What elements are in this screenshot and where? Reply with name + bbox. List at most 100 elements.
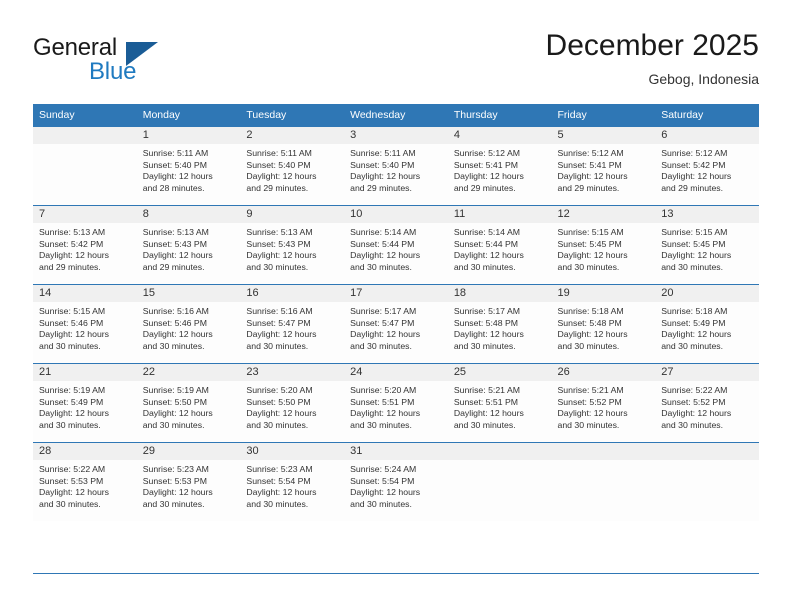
sunset-text: Sunset: 5:40 PM — [142, 159, 207, 170]
day-cell-details: Sunrise: 5:13 AM Sunset: 5:42 PM Daylight:… — [33, 223, 137, 273]
sunrise-text: Sunrise: 5:20 AM — [350, 385, 417, 395]
day-number: 1 — [136, 127, 241, 144]
calendar-day-cell[interactable]: 7 Sunrise: 5:13 AM Sunset: 5:42 PM Daylight… — [33, 205, 137, 285]
daylight-text-line1: Daylight: 12 hours — [39, 487, 110, 498]
calendar-day-cell[interactable]: 26 Sunrise: 5:21 AM Sunset: 5:52 PM Dayligh… — [551, 363, 656, 443]
daylight-text-line2: and 29 minutes. — [142, 261, 205, 272]
daylight-text-line2: and 30 minutes. — [246, 419, 309, 430]
day-cell-details: Sunrise: 5:21 AM Sunset: 5:52 PM Daylight:… — [552, 381, 656, 431]
day-cell-details: Sunrise: 5:14 AM Sunset: 5:44 PM Daylight:… — [344, 223, 448, 273]
day-number: 26 — [551, 364, 656, 381]
daylight-text-line2: and 30 minutes. — [39, 340, 101, 351]
calendar-day-cell[interactable]: 27 Sunrise: 5:22 AM Sunset: 5:52 PM Dayligh… — [655, 363, 759, 443]
day-number: 23 — [240, 364, 345, 381]
daylight-text-line2: and 30 minutes. — [661, 261, 724, 272]
sunset-text: Sunset: 5:48 PM — [557, 317, 622, 328]
daylight-text-line1: Daylight: 12 hours — [142, 171, 213, 182]
calendar-week-row: 14 Sunrise: 5:15 AM Sunset: 5:46 PM Dayligh… — [33, 284, 759, 364]
sunrise-text: Sunrise: 5:21 AM — [557, 385, 624, 395]
sunset-text: Sunset: 5:52 PM — [661, 396, 726, 407]
calendar-day-cell[interactable]: 3 Sunrise: 5:11 AM Sunset: 5:40 PM Daylight… — [344, 126, 448, 206]
calendar-day-cell[interactable]: 23 Sunrise: 5:20 AM Sunset: 5:50 PM Dayligh… — [240, 363, 345, 443]
calendar-day-cell[interactable]: 25 Sunrise: 5:21 AM Sunset: 5:51 PM Dayligh… — [447, 363, 552, 443]
daylight-text-line2: and 30 minutes. — [246, 261, 309, 272]
day-cell-details: Sunrise: 5:23 AM Sunset: 5:54 PM Daylight:… — [240, 460, 344, 510]
day-number: 29 — [136, 443, 241, 460]
sunrise-text: Sunrise: 5:11 AM — [142, 148, 209, 158]
calendar-day-cell[interactable]: 30 Sunrise: 5:23 AM Sunset: 5:54 PM Dayligh… — [240, 442, 345, 521]
sunset-text: Sunset: 5:42 PM — [39, 238, 104, 249]
calendar-day-cell[interactable]: 31 Sunrise: 5:24 AM Sunset: 5:54 PM Dayligh… — [344, 442, 448, 521]
day-cell-inner: 28 Sunrise: 5:22 AM Sunset: 5:53 PM Dayligh… — [33, 443, 137, 521]
sunrise-text: Sunrise: 5:23 AM — [142, 464, 209, 474]
calendar-day-cell[interactable]: 20 Sunrise: 5:18 AM Sunset: 5:49 PM Dayligh… — [655, 284, 759, 364]
sunset-text: Sunset: 5:53 PM — [142, 475, 207, 486]
day-cell-inner: 1 Sunrise: 5:11 AM Sunset: 5:40 PM Daylight… — [136, 127, 241, 205]
day-cell-details: Sunrise: 5:16 AM Sunset: 5:46 PM Daylight:… — [137, 302, 241, 352]
calendar-day-cell[interactable]: 18 Sunrise: 5:17 AM Sunset: 5:48 PM Dayligh… — [447, 284, 552, 364]
daylight-text-line2: and 30 minutes. — [557, 419, 620, 430]
day-cell-details: Sunrise: 5:15 AM Sunset: 5:45 PM Daylight:… — [552, 223, 656, 273]
calendar-day-cell[interactable]: 22 Sunrise: 5:19 AM Sunset: 5:50 PM Dayligh… — [136, 363, 241, 443]
day-cell-inner: 26 Sunrise: 5:21 AM Sunset: 5:52 PM Dayligh… — [551, 364, 656, 442]
daylight-text-line1: Daylight: 12 hours — [350, 250, 421, 261]
calendar-day-cell[interactable]: 10 Sunrise: 5:14 AM Sunset: 5:44 PM Dayligh… — [344, 205, 448, 285]
calendar-day-cell[interactable]: 21 Sunrise: 5:19 AM Sunset: 5:49 PM Dayligh… — [33, 363, 137, 443]
sunset-text: Sunset: 5:50 PM — [246, 396, 311, 407]
day-cell-inner: 31 Sunrise: 5:24 AM Sunset: 5:54 PM Dayligh… — [344, 443, 448, 521]
calendar-day-cell[interactable]: 9 Sunrise: 5:13 AM Sunset: 5:43 PM Daylight… — [240, 205, 345, 285]
calendar-day-cell[interactable]: 2 Sunrise: 5:11 AM Sunset: 5:40 PM Daylight… — [240, 126, 345, 206]
sunrise-text: Sunrise: 5:16 AM — [142, 306, 209, 316]
day-cell-inner: 17 Sunrise: 5:17 AM Sunset: 5:47 PM Dayligh… — [344, 285, 448, 363]
calendar-day-cell[interactable]: 6 Sunrise: 5:12 AM Sunset: 5:42 PM Daylight… — [655, 126, 759, 206]
calendar-day-cell[interactable]: 4 Sunrise: 5:12 AM Sunset: 5:41 PM Daylight… — [447, 126, 552, 206]
day-number: 22 — [136, 364, 241, 381]
daylight-text-line1: Daylight: 12 hours — [350, 329, 421, 340]
daylight-text-line2: and 29 minutes. — [661, 182, 724, 193]
calendar-day-cell[interactable]: 28 Sunrise: 5:22 AM Sunset: 5:53 PM Dayligh… — [33, 442, 137, 521]
day-number: 11 — [447, 206, 552, 223]
sunrise-text: Sunrise: 5:14 AM — [350, 227, 417, 237]
calendar-day-cell[interactable]: 24 Sunrise: 5:20 AM Sunset: 5:51 PM Dayligh… — [344, 363, 448, 443]
weekday-header-sunday: Sunday — [33, 104, 137, 127]
calendar-day-cell[interactable]: 16 Sunrise: 5:16 AM Sunset: 5:47 PM Dayligh… — [240, 284, 345, 364]
day-cell-details: Sunrise: 5:22 AM Sunset: 5:53 PM Daylight:… — [33, 460, 137, 510]
sunset-text: Sunset: 5:45 PM — [661, 238, 726, 249]
calendar-day-cell[interactable]: 12 Sunrise: 5:15 AM Sunset: 5:45 PM Dayligh… — [551, 205, 656, 285]
calendar-head: Sunday Monday Tuesday Wednesday Thursday… — [33, 104, 759, 127]
calendar-day-cell[interactable]: 11 Sunrise: 5:14 AM Sunset: 5:44 PM Dayligh… — [447, 205, 552, 285]
day-number: 14 — [33, 285, 137, 302]
sunset-text: Sunset: 5:47 PM — [246, 317, 311, 328]
daylight-text-line2: and 30 minutes. — [453, 419, 516, 430]
day-number: 21 — [33, 364, 137, 381]
day-cell-details: Sunrise: 5:23 AM Sunset: 5:53 PM Daylight:… — [137, 460, 241, 510]
sunrise-text: Sunrise: 5:22 AM — [661, 385, 728, 395]
sunset-text: Sunset: 5:41 PM — [557, 159, 622, 170]
sunset-text: Sunset: 5:44 PM — [453, 238, 519, 249]
sunrise-text: Sunrise: 5:11 AM — [350, 148, 416, 158]
sunset-text: Sunset: 5:54 PM — [350, 475, 415, 486]
day-cell-details: Sunrise: 5:13 AM Sunset: 5:43 PM Daylight:… — [240, 223, 344, 273]
calendar-day-cell[interactable]: 29 Sunrise: 5:23 AM Sunset: 5:53 PM Dayligh… — [136, 442, 241, 521]
day-cell-inner: 13 Sunrise: 5:15 AM Sunset: 5:45 PM Dayligh… — [655, 206, 759, 284]
sunrise-text: Sunrise: 5:16 AM — [246, 306, 313, 316]
general-blue-logo[interactable]: General Blue — [33, 34, 213, 88]
calendar-day-cell[interactable]: 19 Sunrise: 5:18 AM Sunset: 5:48 PM Dayligh… — [551, 284, 656, 364]
daylight-text-line1: Daylight: 12 hours — [246, 329, 317, 340]
calendar-day-cell[interactable]: 1 Sunrise: 5:11 AM Sunset: 5:40 PM Daylight… — [136, 126, 241, 206]
daylight-text-line1: Daylight: 12 hours — [557, 171, 628, 182]
calendar-day-cell[interactable]: 14 Sunrise: 5:15 AM Sunset: 5:46 PM Dayligh… — [33, 284, 137, 364]
day-cell-details: Sunrise: 5:11 AM Sunset: 5:40 PM Daylight:… — [137, 144, 241, 194]
calendar-day-cell[interactable]: 17 Sunrise: 5:17 AM Sunset: 5:47 PM Dayligh… — [344, 284, 448, 364]
sunset-text: Sunset: 5:46 PM — [39, 317, 104, 328]
day-cell-details: Sunrise: 5:15 AM Sunset: 5:46 PM Daylight:… — [33, 302, 137, 352]
daylight-text-line1: Daylight: 12 hours — [350, 487, 421, 498]
calendar-day-cell[interactable]: 8 Sunrise: 5:13 AM Sunset: 5:43 PM Daylight… — [136, 205, 241, 285]
calendar-day-cell[interactable]: 15 Sunrise: 5:16 AM Sunset: 5:46 PM Dayligh… — [136, 284, 241, 364]
day-cell-inner — [447, 443, 552, 521]
sunrise-text: Sunrise: 5:18 AM — [661, 306, 728, 316]
sunset-text: Sunset: 5:50 PM — [142, 396, 207, 407]
calendar-day-cell[interactable]: 13 Sunrise: 5:15 AM Sunset: 5:45 PM Dayligh… — [655, 205, 759, 285]
calendar-day-cell[interactable]: 5 Sunrise: 5:12 AM Sunset: 5:41 PM Daylight… — [551, 126, 656, 206]
day-cell-inner: 2 Sunrise: 5:11 AM Sunset: 5:40 PM Daylight… — [240, 127, 345, 205]
